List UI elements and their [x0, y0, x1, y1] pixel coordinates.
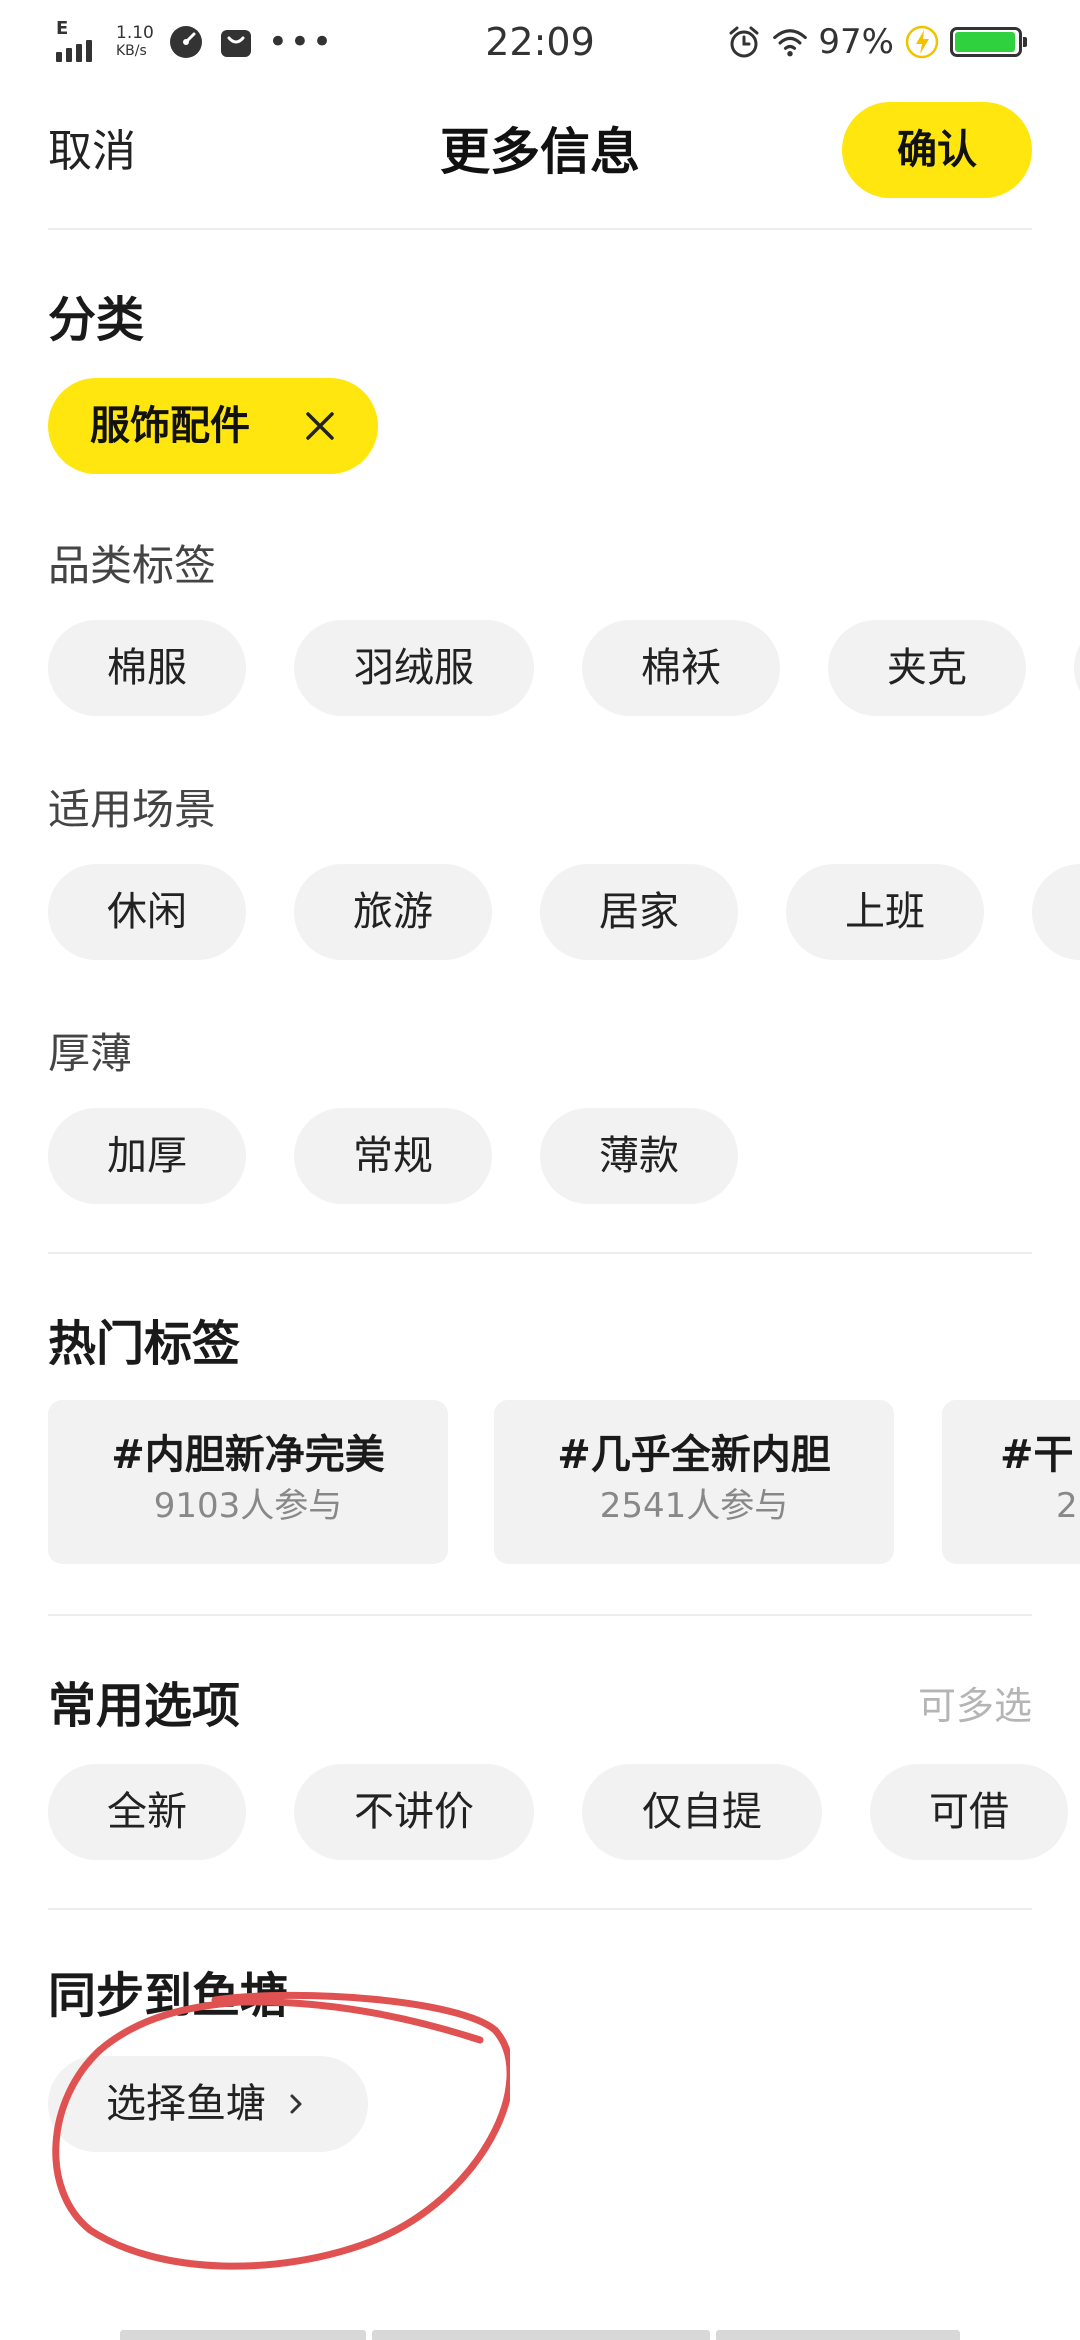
selected-category-chip[interactable]: 服饰配件 — [48, 378, 378, 474]
category-title: 分类 — [48, 292, 145, 348]
status-right: 97% — [726, 18, 1027, 66]
chip-common-option[interactable]: 全新 — [48, 1764, 246, 1860]
select-pond-label: 选择鱼塘 — [106, 2081, 266, 2127]
header: 取消 更多信息 确认 — [0, 98, 1080, 208]
chip-scenario-partial[interactable] — [1032, 864, 1080, 960]
hot-tags-row: #内胆新净完美 9103人参与 #几乎全新内胆 2541人参与 #干 2 — [0, 1400, 1080, 1566]
chip-product-tag[interactable]: 棉服 — [48, 620, 246, 716]
hot-tag-count: 2 — [1056, 1486, 1078, 1526]
status-bar: E 1.10 KB/s ••• 22:09 97% — [0, 0, 1080, 84]
hot-tag-name: #几乎全新内胆 — [557, 1432, 831, 1478]
sync-title: 同步到鱼塘 — [48, 1968, 289, 2024]
chip-scenario[interactable]: 上班 — [786, 864, 984, 960]
thickness-row: 加厚 常规 薄款 — [0, 1108, 1080, 1208]
thickness-title: 厚薄 — [48, 1029, 133, 1078]
confirm-button[interactable]: 确认 — [842, 102, 1032, 198]
chip-product-tag[interactable]: 羽绒服 — [294, 620, 534, 716]
chip-scenario[interactable]: 居家 — [540, 864, 738, 960]
chip-scenario[interactable]: 休闲 — [48, 864, 246, 960]
battery-icon — [950, 27, 1027, 57]
close-icon[interactable] — [304, 410, 336, 442]
chip-scenario[interactable]: 旅游 — [294, 864, 492, 960]
common-options-row: 全新 不讲价 仅自提 可借 — [0, 1764, 1080, 1864]
scenarios-title: 适用场景 — [48, 785, 217, 834]
hot-tag-name: #内胆新净完美 — [111, 1432, 385, 1478]
chip-common-option[interactable]: 不讲价 — [294, 1764, 534, 1860]
product-tags-row: 棉服 羽绒服 棉袄 夹克 — [0, 620, 1080, 720]
hot-tag-name: #干 — [1000, 1432, 1074, 1478]
chip-product-tag-partial[interactable] — [1074, 620, 1080, 716]
chip-product-tag[interactable]: 棉袄 — [582, 620, 780, 716]
chevron-right-icon — [290, 2094, 302, 2114]
hot-tag-card[interactable]: #几乎全新内胆 2541人参与 — [494, 1400, 894, 1564]
product-tags-title: 品类标签 — [48, 541, 217, 590]
wifi-icon — [773, 29, 808, 57]
hot-tag-count: 9103人参与 — [153, 1486, 343, 1526]
selected-category-label: 服饰配件 — [90, 403, 250, 449]
section-divider — [48, 1614, 1032, 1616]
battery-percent: 97% — [818, 22, 894, 62]
chip-thickness[interactable]: 加厚 — [48, 1108, 246, 1204]
chip-thickness[interactable]: 常规 — [294, 1108, 492, 1204]
bottom-edge — [0, 2326, 1080, 2340]
scenarios-row: 休闲 旅游 居家 上班 — [0, 864, 1080, 964]
section-divider — [48, 1252, 1032, 1254]
hot-tag-card[interactable]: #内胆新净完美 9103人参与 — [48, 1400, 448, 1564]
header-divider — [48, 228, 1032, 230]
common-options-title: 常用选项 — [48, 1678, 241, 1734]
chip-common-option[interactable]: 可借 — [870, 1764, 1068, 1860]
multi-select-hint: 可多选 — [917, 1684, 1032, 1728]
chip-thickness[interactable]: 薄款 — [540, 1108, 738, 1204]
alarm-icon — [729, 26, 759, 58]
hot-tags-title: 热门标签 — [48, 1316, 241, 1372]
chip-product-tag[interactable]: 夹克 — [828, 620, 1026, 716]
select-pond-button[interactable]: 选择鱼塘 — [48, 2056, 368, 2152]
section-divider — [48, 1908, 1032, 1910]
battery-fill — [955, 32, 1015, 52]
charging-icon — [905, 25, 939, 59]
hot-tag-card-partial[interactable]: #干 2 — [942, 1400, 1080, 1564]
hot-tag-count: 2541人参与 — [599, 1486, 789, 1526]
chip-common-option[interactable]: 仅自提 — [582, 1764, 822, 1860]
